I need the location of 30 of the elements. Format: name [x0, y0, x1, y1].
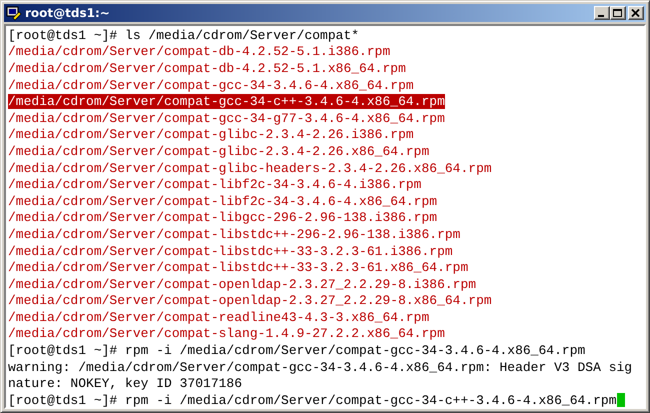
terminal-line: /media/cdrom/Server/compat-gcc-34-g77-3.4.6-4.x86_64.rpm: [8, 110, 445, 126]
terminal-line: /media/cdrom/Server/compat-libf2c-34-3.4.6-4.x86_64.rpm: [8, 194, 438, 209]
terminal-line: [root@tds1 ~]# ls /media/cdrom/Server/compat*: [8, 28, 360, 43]
minimize-icon: [598, 15, 604, 17]
window-title: root@tds1:~: [25, 6, 111, 20]
terminal-icon: [6, 5, 22, 21]
terminal-line: /media/cdrom/Server/compat-slang-1.4.9-27.2.2.x86_64.rpm: [8, 326, 445, 342]
terminal-line: /media/cdrom/Server/compat-db-4.2.52-5.1.x86_64.rpm: [8, 60, 406, 76]
terminal-line: /media/cdrom/Server/compat-glibc-2.3.4-2.26.x86_64.rpm: [8, 144, 430, 159]
terminal-line: /media/cdrom/Server/compat-readline43-4.3-3.x86_64.rpm: [8, 310, 430, 325]
terminal-line: /media/cdrom/Server/compat-libstdc++-33-3.2.3-61.i386.rpm: [8, 244, 453, 259]
close-icon: [631, 8, 641, 18]
close-button[interactable]: [628, 6, 644, 20]
minimize-button[interactable]: [594, 6, 610, 20]
terminal-line: /media/cdrom/Server/compat-libstdc++-296-2.96-138.i386.rpm: [8, 226, 460, 242]
terminal-line: /media/cdrom/Server/compat-libf2c-34-3.4.6-4.i386.rpm: [8, 177, 422, 192]
terminal-line: nature: NOKEY, key ID 37017186: [8, 376, 242, 392]
terminal-line: /media/cdrom/Server/compat-glibc-headers-2.3.4-2.26.x86_64.rpm: [8, 160, 492, 176]
terminal-line: /media/cdrom/Server/compat-gcc-34-3.4.6-4.x86_64.rpm: [8, 78, 414, 93]
maximize-button[interactable]: [610, 6, 626, 20]
terminal-line: [root@tds1 ~]# rpm -i /media/cdrom/Server/compat-gcc-34-c++-3.4.6-4.x86_64.rpm: [8, 392, 616, 407]
terminal-line: warning: /media/cdrom/Server/compat-gcc-34-3.4.6-4.x86_64.rpm: Header V3 DSA sig: [8, 360, 632, 375]
terminal-line: /media/cdrom/Server/compat-openldap-2.3.27_2.2.29-8.i386.rpm: [8, 276, 476, 292]
maximize-icon: [613, 8, 623, 18]
terminal-line: /media/cdrom/Server/compat-glibc-2.3.4-2.26.i386.rpm: [8, 127, 414, 142]
terminal-line: /media/cdrom/Server/compat-db-4.2.52-5.1.i386.rpm: [8, 44, 390, 60]
terminal-line: [root@tds1 ~]# rpm -i /media/cdrom/Server/compat-gcc-34-3.4.6-4.x86_64.rpm: [8, 343, 586, 358]
terminal-line: /media/cdrom/Server/compat-libgcc-296-2.96-138.i386.rpm: [8, 210, 438, 226]
terminal-line: /media/cdrom/Server/compat-libstdc++-33-3.2.3-61.x86_64.rpm: [8, 260, 468, 276]
terminal-line: /media/cdrom/Server/compat-openldap-2.3.27_2.2.29-8.x86_64.rpm: [8, 293, 492, 308]
